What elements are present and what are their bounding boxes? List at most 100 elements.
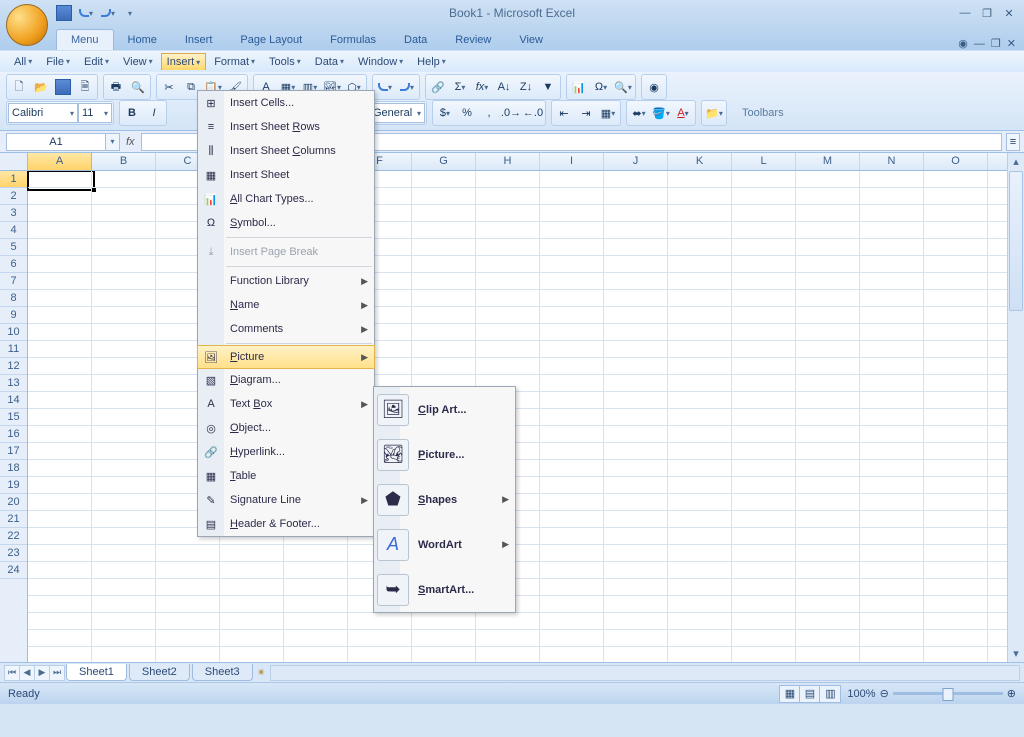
fx-icon[interactable]: fx [126, 136, 135, 148]
column-header[interactable]: J [604, 153, 668, 170]
inc-decimal-icon[interactable]: .0→ [500, 102, 522, 124]
row-header[interactable]: 3 [0, 205, 27, 222]
horizontal-scrollbar[interactable] [270, 665, 1020, 681]
chart-icon[interactable]: 📊 [568, 76, 590, 98]
italic-icon[interactable]: I [143, 102, 165, 124]
row-header[interactable]: 15 [0, 409, 27, 426]
print-icon[interactable]: 🖶 [105, 76, 127, 98]
view-pagelayout-icon[interactable]: ▤ [800, 686, 820, 702]
font-name-combo[interactable]: Calibri▾ [8, 103, 78, 123]
row-header[interactable]: 18 [0, 460, 27, 477]
merge-icon[interactable]: ⬌▾ [628, 102, 650, 124]
view-normal-icon[interactable]: ▦ [780, 686, 800, 702]
comma-icon[interactable]: , [478, 102, 500, 124]
row-header[interactable]: 7 [0, 273, 27, 290]
inc-indent-icon[interactable]: ⇥ [575, 102, 597, 124]
more-tools-icon[interactable]: 📁▾ [703, 102, 725, 124]
picture-submenu[interactable]: 🖼Clip Art...🏞Picture...⬟Shapes▶AWordArt▶… [373, 386, 516, 613]
vertical-scrollbar[interactable]: ▴ ▾ [1007, 153, 1024, 662]
name-box-dropdown[interactable]: ▾ [106, 133, 120, 151]
menu-item-header-footer[interactable]: ▤Header & Footer... [198, 512, 374, 536]
row-header[interactable]: 12 [0, 358, 27, 375]
font-size-combo[interactable]: 11▾ [78, 103, 112, 123]
sheet-nav-last-icon[interactable]: ⏭ [49, 665, 65, 681]
scroll-up-icon[interactable]: ▴ [1008, 153, 1024, 170]
insert-menu[interactable]: ⊞Insert Cells...≡Insert Sheet Rows⫼Inser… [197, 90, 375, 537]
row-header[interactable]: 5 [0, 239, 27, 256]
ribbon-tab-menu[interactable]: Menu [56, 29, 114, 50]
menu-item-object[interactable]: ◎Object... [198, 416, 374, 440]
column-header[interactable]: L [732, 153, 796, 170]
menu-item-insert-cells[interactable]: ⊞Insert Cells... [198, 91, 374, 115]
zoom-icon[interactable]: 🔍▾ [612, 76, 634, 98]
menu-tools[interactable]: Tools ▾ [263, 53, 307, 71]
row-header[interactable]: 6 [0, 256, 27, 273]
column-header[interactable]: H [476, 153, 540, 170]
row-header[interactable]: 20 [0, 494, 27, 511]
menu-data[interactable]: Data ▾ [309, 53, 350, 71]
window-minimize-icon[interactable]: — [956, 6, 974, 20]
undo-icon[interactable]: ▾ [374, 76, 396, 98]
row-header[interactable]: 8 [0, 290, 27, 307]
sheet-tab[interactable]: Sheet2 [129, 664, 190, 681]
sheet-nav-first-icon[interactable]: ⏮ [4, 665, 20, 681]
redo-icon[interactable]: ▾ [396, 76, 418, 98]
row-header[interactable]: 16 [0, 426, 27, 443]
menu-item-comments[interactable]: Comments▶ [198, 317, 374, 341]
menu-item-text-box[interactable]: AText Box▶ [198, 392, 374, 416]
menu-insert[interactable]: Insert ▾ [161, 53, 207, 70]
new-icon[interactable]: 🗋 [8, 76, 30, 98]
currency-icon[interactable]: $▾ [434, 102, 456, 124]
submenu-item-clip-art[interactable]: 🖼Clip Art... [374, 387, 515, 432]
qat-undo-icon[interactable]: ▾ [78, 5, 94, 21]
ribbon-tab-page-layout[interactable]: Page Layout [226, 30, 316, 50]
column-header[interactable]: B [92, 153, 156, 170]
row-header[interactable]: 24 [0, 562, 27, 579]
office-button[interactable] [6, 4, 48, 46]
autosum-icon[interactable]: Σ▾ [449, 76, 471, 98]
ribbon-tab-formulas[interactable]: Formulas [316, 30, 390, 50]
menu-item-insert-sheet-rows[interactable]: ≡Insert Sheet Rows [198, 115, 374, 139]
select-all-corner[interactable] [0, 153, 28, 171]
save-icon[interactable] [52, 76, 74, 98]
font-color-icon[interactable]: A▾ [672, 102, 694, 124]
menu-item-insert-sheet[interactable]: ▦Insert Sheet [198, 163, 374, 187]
column-header[interactable]: A [28, 153, 92, 170]
submenu-item-picture[interactable]: 🏞Picture... [374, 432, 515, 477]
mdi-restore-icon[interactable]: ❐ [991, 37, 1001, 50]
bold-icon[interactable]: B [121, 102, 143, 124]
row-header[interactable]: 10 [0, 324, 27, 341]
insert-sheet-icon[interactable]: ✴ [257, 666, 266, 679]
help-icon[interactable]: ◉ [958, 37, 968, 50]
dec-decimal-icon[interactable]: ←.0 [522, 102, 544, 124]
row-header[interactable]: 14 [0, 392, 27, 409]
dec-indent-icon[interactable]: ⇤ [553, 102, 575, 124]
ribbon-tab-review[interactable]: Review [441, 30, 505, 50]
row-header[interactable]: 17 [0, 443, 27, 460]
menu-item-symbol[interactable]: ΩSymbol... [198, 211, 374, 235]
row-header[interactable]: 2 [0, 188, 27, 205]
function-icon[interactable]: fx▾ [471, 76, 493, 98]
row-header[interactable]: 21 [0, 511, 27, 528]
window-close-icon[interactable]: ✕ [1000, 6, 1018, 20]
column-header[interactable]: I [540, 153, 604, 170]
ribbon-tab-view[interactable]: View [505, 30, 557, 50]
cut-icon[interactable]: ✂ [158, 76, 180, 98]
menu-item-name[interactable]: Name▶ [198, 293, 374, 317]
menu-edit[interactable]: Edit ▾ [78, 53, 115, 71]
zoom-level[interactable]: 100% [847, 688, 875, 700]
submenu-item-shapes[interactable]: ⬟Shapes▶ [374, 477, 515, 522]
name-box[interactable]: A1 [6, 133, 106, 151]
qat-customize-icon[interactable]: ▾ [122, 5, 138, 21]
menu-item-diagram[interactable]: ▧Diagram... [198, 368, 374, 392]
sortasc-icon[interactable]: A↓ [493, 76, 515, 98]
menu-all[interactable]: All ▾ [8, 53, 38, 71]
sheet-tab[interactable]: Sheet1 [66, 664, 127, 681]
column-headers[interactable]: ABCDEFGHIJKLMNO [28, 153, 1007, 171]
column-header[interactable]: M [796, 153, 860, 170]
ribbon-tab-home[interactable]: Home [114, 30, 171, 50]
preview-icon[interactable]: 🔍 [127, 76, 149, 98]
view-pagebreak-icon[interactable]: ▥ [820, 686, 840, 702]
mdi-minimize-icon[interactable]: — [974, 38, 985, 50]
qat-save-icon[interactable] [56, 5, 72, 21]
